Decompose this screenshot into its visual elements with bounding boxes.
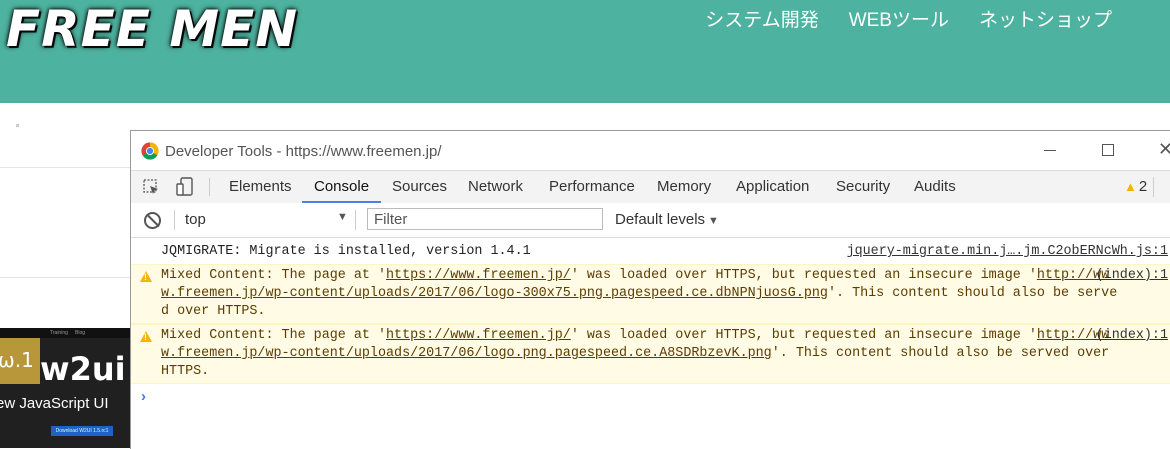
- filter-input[interactable]: [367, 208, 603, 230]
- message-text: Mixed Content: The page at 'https://www.…: [161, 267, 1121, 321]
- console-message: JQMIGRATE: Migrate is installed, version…: [131, 243, 1170, 263]
- window-title: Developer Tools - https://www.freemen.jp…: [165, 143, 442, 160]
- chevron-down-icon: ▼: [708, 215, 719, 227]
- log-levels-dropdown[interactable]: Default levels ▼: [615, 211, 719, 228]
- context-selector[interactable]: top: [185, 211, 206, 228]
- warning-counter[interactable]: ▲ 2: [1124, 178, 1147, 195]
- warning-count: 2: [1138, 178, 1148, 195]
- banner-tagline: ew JavaScript UI: [0, 395, 109, 412]
- message-text: Mixed Content: The page at 'https://www.…: [161, 327, 1121, 381]
- message-source-link[interactable]: jquery-migrate.min.j….jm.C2obERNcWh.js:1: [847, 243, 1168, 261]
- banner-version: ω.1: [0, 348, 34, 372]
- message-text-part: Mixed Content: The page at ': [161, 328, 386, 343]
- banner-topbar-item: Blog: [75, 330, 86, 336]
- nav-item-webtools[interactable]: WEBツール: [849, 5, 949, 32]
- site-nav: システム開発 WEBツール ネットショップ: [705, 5, 1112, 32]
- tab-sources[interactable]: Sources: [392, 171, 447, 203]
- console-warning: Mixed Content: The page at 'https://www.…: [131, 324, 1170, 384]
- tab-application[interactable]: Application: [736, 171, 809, 203]
- separator: [355, 210, 356, 230]
- tab-console[interactable]: Console: [301, 171, 382, 203]
- window-titlebar[interactable]: Developer Tools - https://www.freemen.jp…: [131, 131, 1170, 170]
- console-toolbar: top ▼ Default levels▼: [131, 203, 1170, 238]
- log-levels-label: Default levels: [615, 211, 706, 228]
- chrome-icon: [141, 142, 159, 160]
- close-icon[interactable]: ✕: [1158, 139, 1170, 160]
- tab-audits[interactable]: Audits: [914, 171, 956, 203]
- divider: [0, 277, 131, 278]
- clear-console-icon[interactable]: [144, 212, 161, 229]
- page-url-link[interactable]: https://www.freemen.jp/: [386, 268, 571, 283]
- console-output: JQMIGRATE: Migrate is installed, version…: [131, 238, 1170, 449]
- message-text-part: Mixed Content: The page at ': [161, 268, 386, 283]
- maximize-icon[interactable]: [1102, 144, 1114, 156]
- device-toolbar-icon[interactable]: [175, 177, 195, 197]
- banner-topbar-item: Training: [50, 330, 68, 336]
- tab-network[interactable]: Network: [468, 171, 523, 203]
- warning-icon: [140, 331, 152, 342]
- banner-topbar: Training Blog: [0, 328, 131, 338]
- nav-item-shop[interactable]: ネットショップ: [979, 5, 1112, 32]
- tab-memory[interactable]: Memory: [657, 171, 711, 203]
- separator: [174, 210, 175, 230]
- tab-elements[interactable]: Elements: [229, 171, 292, 203]
- devtools-window: Developer Tools - https://www.freemen.jp…: [130, 130, 1170, 449]
- devtools-tabbar: Elements Console Sources Network Perform…: [131, 170, 1170, 204]
- w2ui-banner[interactable]: Training Blog ω.1 w2ui ew JavaScript UI …: [0, 328, 131, 448]
- site-header: FREE MEN システム開発 WEBツール ネットショップ: [0, 0, 1170, 103]
- page-url-link[interactable]: https://www.freemen.jp/: [386, 328, 571, 343]
- chevron-down-icon[interactable]: ▼: [337, 211, 348, 223]
- tab-performance[interactable]: Performance: [549, 171, 635, 203]
- warning-icon: ▲: [1124, 179, 1137, 194]
- banner-brand: w2ui: [40, 350, 126, 388]
- site-decoration: [16, 124, 19, 127]
- tab-security[interactable]: Security: [836, 171, 890, 203]
- separator: [1153, 177, 1154, 197]
- separator: [209, 178, 210, 196]
- message-text-part: ' was loaded over HTTPS, but requested a…: [570, 328, 1037, 343]
- message-source-link[interactable]: (index):1: [1096, 267, 1168, 285]
- nav-item-system[interactable]: システム開発: [705, 5, 818, 32]
- minimize-icon[interactable]: [1044, 150, 1056, 151]
- inspect-element-icon[interactable]: [143, 179, 159, 195]
- banner-download-button[interactable]: Download W2UI 1.5.rc1: [51, 426, 113, 436]
- message-source-link[interactable]: (index):1: [1096, 327, 1168, 345]
- site-logo[interactable]: FREE MEN: [6, 0, 298, 58]
- divider: [0, 167, 131, 168]
- warning-icon: [140, 271, 152, 282]
- console-prompt[interactable]: ›: [141, 388, 146, 405]
- message-text-part: ' was loaded over HTTPS, but requested a…: [570, 268, 1037, 283]
- console-warning: Mixed Content: The page at 'https://www.…: [131, 264, 1170, 324]
